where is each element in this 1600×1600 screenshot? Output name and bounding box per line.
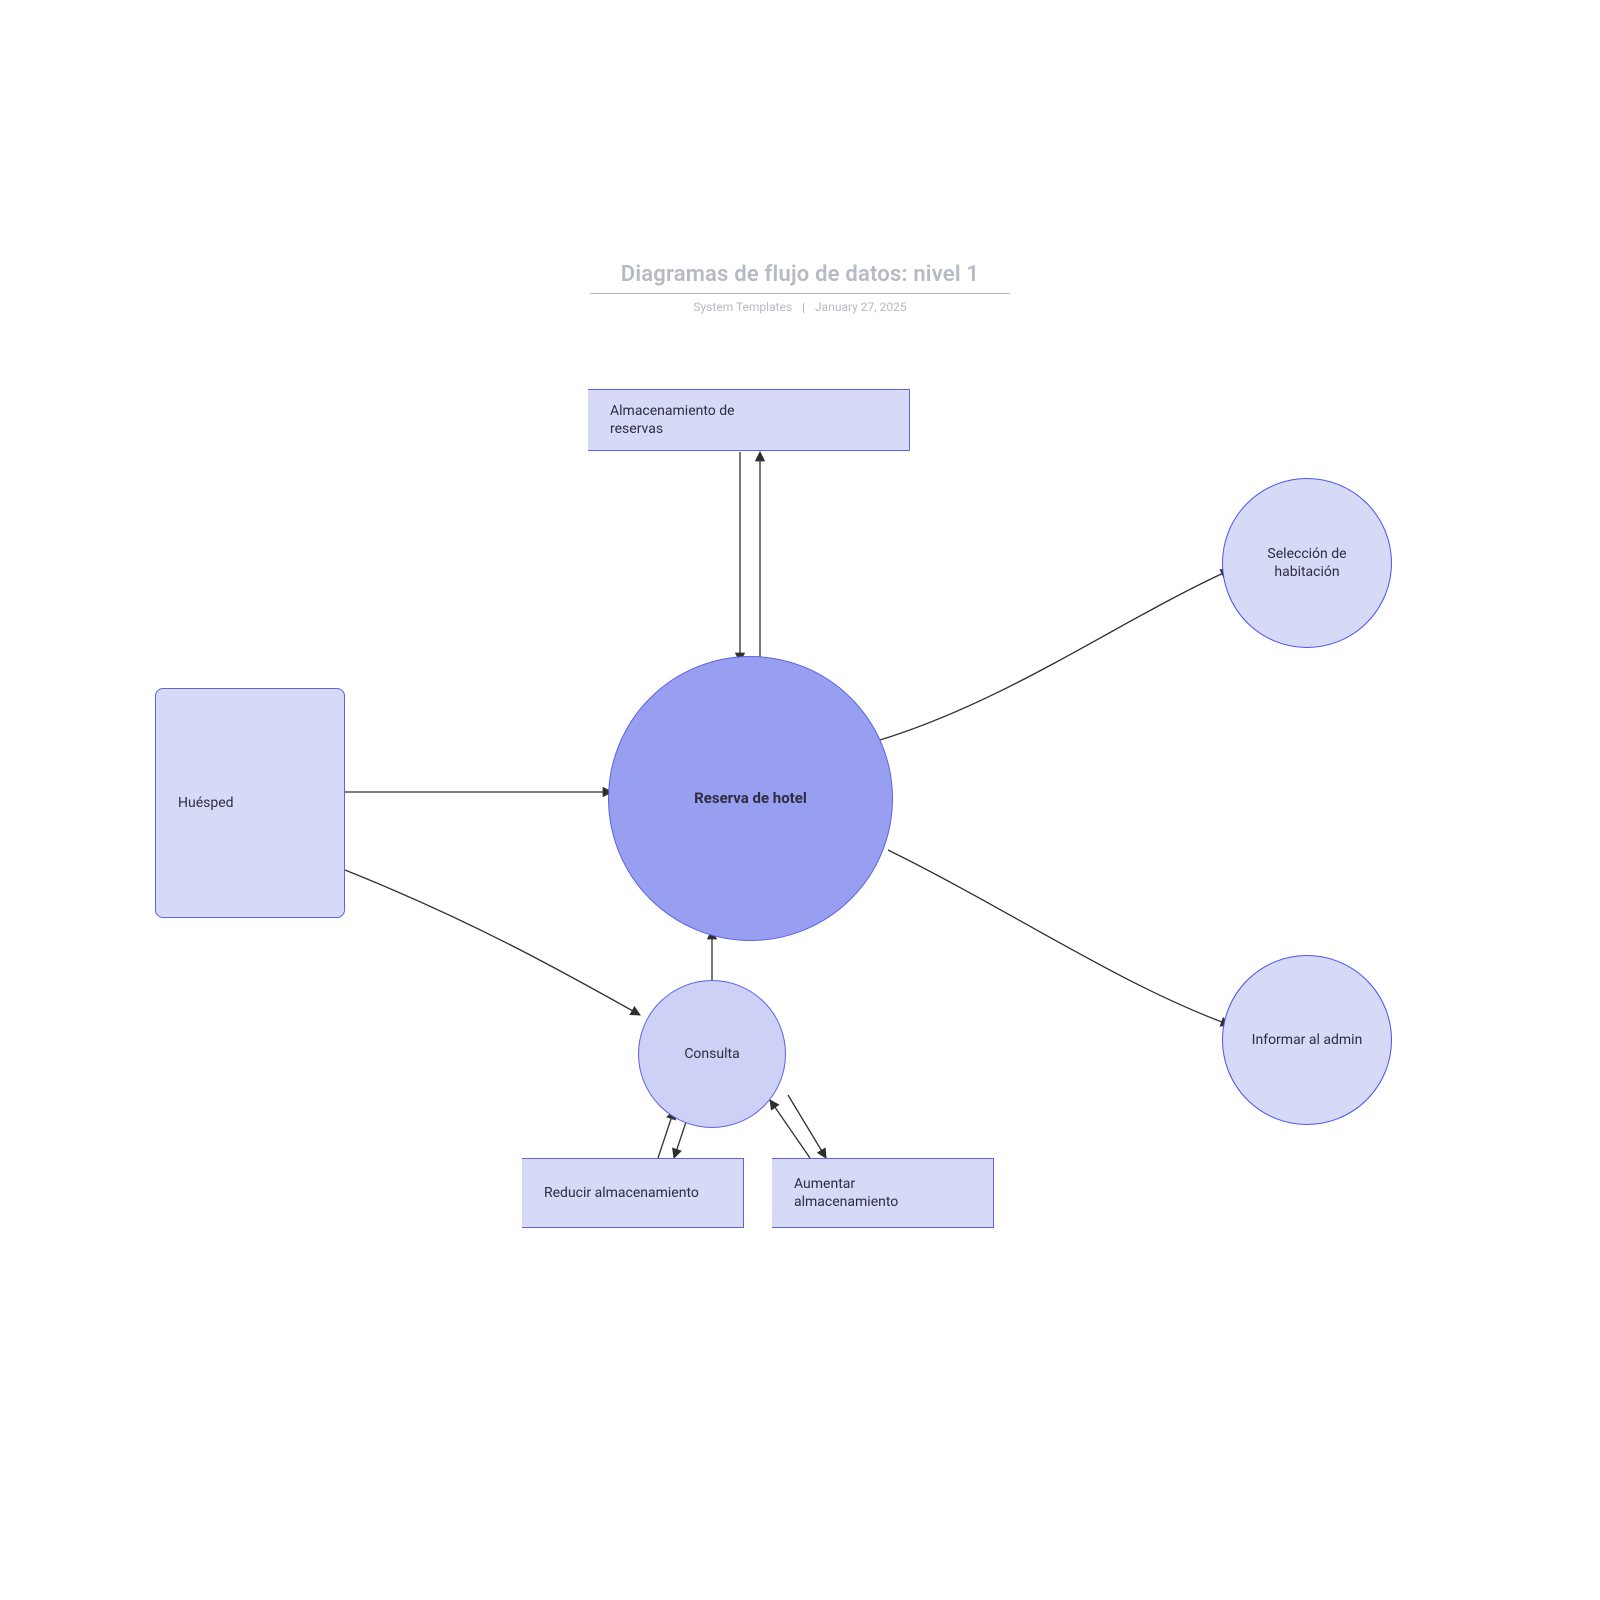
- entity-guest-label: Huésped: [178, 794, 234, 812]
- edge-query-to-increase: [788, 1095, 826, 1158]
- datastore-reduce-label: Reducir almacenamiento: [544, 1184, 699, 1202]
- datastore-reduce[interactable]: Reducir almacenamiento: [522, 1158, 744, 1228]
- title-block: Diagramas de flujo de datos: nivel 1 Sys…: [0, 262, 1600, 314]
- process-inform-admin[interactable]: Informar al admin: [1222, 955, 1392, 1125]
- edge-increase-to-query: [770, 1100, 810, 1158]
- diagram-subtitle: System Templates January 27, 2025: [0, 300, 1600, 314]
- edge-booking-to-roomselect: [880, 570, 1230, 740]
- process-hotel-booking[interactable]: Reserva de hotel: [608, 656, 893, 941]
- entity-guest[interactable]: Huésped: [155, 688, 345, 918]
- edge-guest-to-query: [345, 870, 640, 1015]
- subtitle-left: System Templates: [693, 300, 792, 314]
- edge-reduce-to-query: [658, 1110, 674, 1158]
- process-room-select-label: Selección de habitación: [1235, 545, 1379, 581]
- subtitle-right: January 27, 2025: [815, 300, 907, 314]
- datastore-booking-label: Almacenamiento de reservas: [610, 402, 780, 438]
- process-room-select[interactable]: Selección de habitación: [1222, 478, 1392, 648]
- process-inform-admin-label: Informar al admin: [1252, 1031, 1363, 1049]
- subtitle-separator: [803, 303, 804, 313]
- datastore-booking[interactable]: Almacenamiento de reservas: [588, 389, 910, 451]
- diagram-title: Diagramas de flujo de datos: nivel 1: [0, 262, 1600, 287]
- datastore-increase-label: Aumentar almacenamiento: [794, 1175, 954, 1211]
- datastore-increase[interactable]: Aumentar almacenamiento: [772, 1158, 994, 1228]
- edge-booking-to-admin: [888, 850, 1230, 1025]
- process-hotel-booking-label: Reserva de hotel: [694, 789, 807, 809]
- diagram-canvas: Diagramas de flujo de datos: nivel 1 Sys…: [0, 0, 1600, 1600]
- process-query[interactable]: Consulta: [638, 980, 786, 1128]
- process-query-label: Consulta: [684, 1045, 739, 1063]
- title-rule: [590, 293, 1010, 294]
